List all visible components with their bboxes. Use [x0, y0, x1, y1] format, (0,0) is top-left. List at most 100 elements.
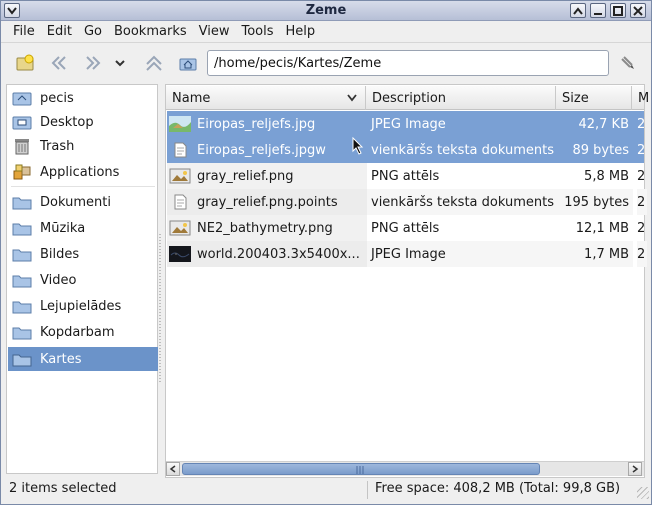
text-document-icon — [174, 142, 187, 158]
menu-help[interactable]: Help — [280, 24, 322, 39]
file-size: 12,1 MB — [575, 220, 629, 236]
file-size: 89 bytes — [572, 142, 630, 158]
file-name-cell: world.200403.3x5400x... — [167, 241, 367, 267]
pane-splitter[interactable] — [158, 84, 164, 474]
file-name: world.200403.3x5400x... — [197, 246, 360, 262]
sidebar-item-kartes[interactable]: Kartes — [8, 347, 158, 371]
sidebar-item-bildes[interactable]: Bildes — [8, 242, 158, 266]
sidebar-item-label: Video — [40, 272, 77, 288]
horizontal-scrollbar[interactable] — [166, 461, 644, 476]
up-button[interactable] — [142, 52, 166, 74]
column-description[interactable]: Description — [366, 86, 556, 110]
applications-icon — [13, 164, 31, 180]
folder-icon — [12, 223, 32, 236]
menu-tools[interactable]: Tools — [235, 24, 279, 39]
status-separator — [367, 481, 368, 499]
folder-icon — [12, 354, 32, 367]
file-name-cell: Eiropas_reljefs.jpg — [167, 111, 367, 137]
forward-icon — [86, 56, 101, 70]
column-description-label: Description — [372, 90, 447, 106]
table-row[interactable]: NE2_bathymetry.png PNG attēls 12,1 MB 2 — [167, 215, 646, 241]
file-name: gray_relief.png — [197, 168, 294, 184]
file-description: JPEG Image — [367, 241, 557, 267]
column-size-label: Size — [562, 90, 589, 106]
close-button[interactable] — [630, 3, 646, 18]
file-name: gray_relief.png.points — [197, 194, 338, 210]
file-modified: 2 — [637, 220, 646, 236]
history-dropdown-button[interactable] — [112, 52, 128, 74]
table-row[interactable]: Eiropas_reljefs.jpgw vienkāršs teksta do… — [167, 137, 645, 163]
file-list: Name Description Size M Eiropas_reljefs.… — [165, 84, 649, 478]
resize-grip[interactable] — [637, 487, 649, 499]
up-icon — [146, 55, 162, 71]
new-folder-icon — [16, 54, 34, 71]
text-document-icon — [174, 194, 187, 210]
menu-bookmarks[interactable]: Bookmarks — [108, 24, 193, 39]
sidebar-item-desktop[interactable]: Desktop — [8, 110, 158, 134]
sidebar-item-applications[interactable]: Applications — [8, 160, 158, 184]
back-button[interactable] — [47, 52, 71, 74]
folder-icon — [12, 301, 32, 314]
shade-button[interactable] — [570, 3, 586, 18]
sidebar-item-dokumenti[interactable]: Dokumenti — [8, 190, 158, 214]
sidebar-item-label: Lejupielādes — [40, 298, 122, 314]
scroll-left-button[interactable] — [166, 462, 180, 476]
file-name-cell: Eiropas_reljefs.jpgw — [167, 137, 367, 163]
file-description: PNG attēls — [371, 220, 440, 236]
file-size: 1,7 MB — [557, 241, 633, 267]
sidebar-item-trash[interactable]: Trash — [8, 134, 158, 158]
sidebar-item-lejupielades[interactable]: Lejupielādes — [8, 294, 158, 318]
table-row[interactable]: gray_relief.png PNG attēls 5,8 MB 2 — [167, 163, 646, 189]
chevron-right-icon — [632, 465, 639, 473]
column-size[interactable]: Size — [556, 86, 632, 110]
column-modified-label: M — [638, 90, 650, 106]
column-name[interactable]: Name — [166, 86, 366, 110]
column-modified[interactable]: M — [632, 86, 649, 110]
location-input[interactable] — [207, 50, 609, 76]
file-modified: 2 — [637, 168, 646, 184]
sidebar-item-pecis[interactable]: pecis — [8, 86, 158, 110]
scroll-right-button[interactable] — [628, 462, 642, 476]
clear-icon — [621, 56, 634, 69]
status-bar: 2 items selected Free space: 408,2 MB (T… — [1, 479, 651, 501]
home-button[interactable] — [176, 52, 200, 74]
menu-go[interactable]: Go — [78, 24, 108, 39]
forward-button[interactable] — [81, 52, 105, 74]
sidebar-item-kopdarbam[interactable]: Kopdarbam — [8, 320, 158, 344]
minimize-button[interactable] — [590, 3, 606, 18]
file-modified: 2 — [637, 116, 646, 132]
table-row[interactable]: gray_relief.png.points vienkāršs teksta … — [167, 189, 647, 215]
file-name: NE2_bathymetry.png — [197, 220, 333, 236]
minimize-icon — [594, 12, 602, 15]
places-sidebar: pecis Desktop Trash Applications Dokumen… — [6, 84, 158, 474]
sidebar-item-label: Desktop — [40, 114, 94, 130]
new-folder-button[interactable] — [13, 52, 37, 74]
folder-icon — [12, 197, 32, 210]
sidebar-item-label: Trash — [40, 138, 75, 154]
titlebar[interactable]: Zeme — [1, 1, 651, 21]
scroll-thumb[interactable] — [182, 463, 540, 475]
sidebar-item-video[interactable]: Video — [8, 268, 158, 292]
clear-location-button[interactable] — [616, 52, 640, 74]
selection-status: 2 items selected — [9, 481, 117, 496]
table-row[interactable]: Eiropas_reljefs.jpg JPEG Image 42,7 KB 2 — [167, 111, 646, 137]
column-name-label: Name — [172, 90, 211, 106]
maximize-button[interactable] — [610, 3, 626, 18]
home-folder-icon — [12, 92, 32, 106]
menu-file[interactable]: File — [7, 24, 41, 39]
file-manager-window: Zeme File Edit Go Bookmarks View Tools H… — [0, 0, 652, 505]
folder-icon — [12, 249, 32, 262]
table-row[interactable]: world.200403.3x5400x... JPEG Image 1,7 M… — [167, 241, 647, 267]
folder-icon — [12, 327, 32, 340]
menu-edit[interactable]: Edit — [41, 24, 78, 39]
file-modified: 2 — [637, 189, 647, 215]
sidebar-item-label: Dokumenti — [40, 194, 111, 210]
sidebar-item-label: Kopdarbam — [40, 324, 115, 340]
sidebar-item-muzika[interactable]: Mūzika — [8, 216, 158, 240]
menubar: File Edit Go Bookmarks View Tools Help — [1, 21, 651, 43]
image-file-icon — [169, 168, 191, 184]
file-name: Eiropas_reljefs.jpgw — [197, 142, 326, 158]
sort-chevron-down-icon — [347, 94, 357, 102]
menu-view[interactable]: View — [193, 24, 236, 39]
splitter-grip — [159, 234, 161, 384]
